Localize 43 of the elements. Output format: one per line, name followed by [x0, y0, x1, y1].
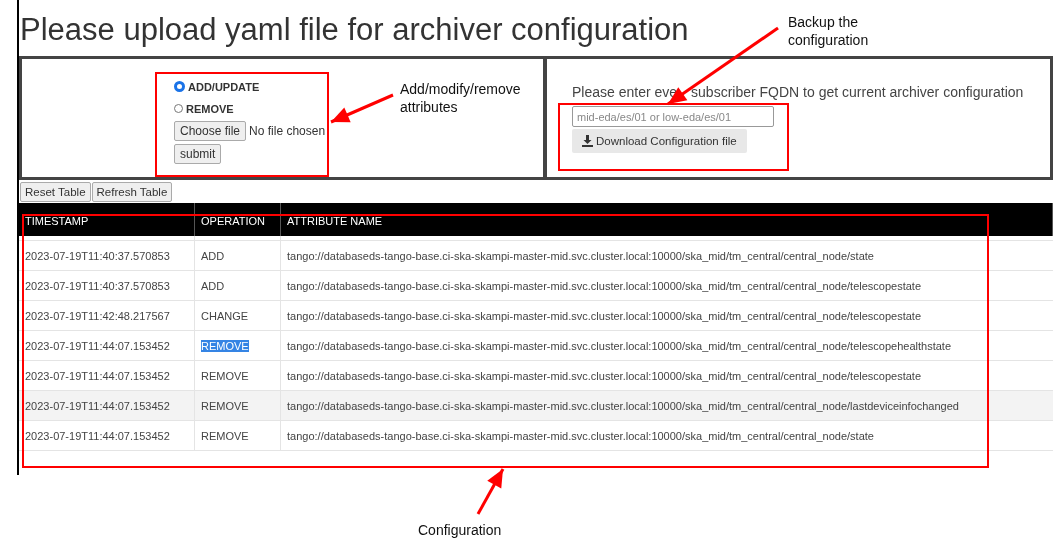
table-cell: tango://databaseds-tango-base.ci-ska-skampi-master-mid.svc.cluster.local:10000/ska_mid/tm_central/central_node/telescopestate [280, 270, 1053, 301]
arrow [476, 468, 505, 515]
annotation-label: Add/modify/remove attributes [400, 80, 522, 116]
table-cell: CHANGE [201, 309, 249, 322]
fqdn-input-field[interactable]: mid-eda/es/01 or low-eda/es/01 [572, 106, 774, 127]
arrow [330, 93, 394, 124]
table-cell: 2023-07-19T11:40:37.570853 [19, 240, 195, 271]
table-cell: tango://databaseds-tango-base.ci-ska-skampi-master-mid.svc.cluster.local:10000/ska_mid/tm_central/central_node/telescopestate [280, 300, 1053, 331]
table-cell: tango://databaseds-tango-base.ci-ska-skampi-master-mid.svc.cluster.local:10000/ska_mid/tm_central/central_node/telescopehealthstate [280, 330, 1053, 361]
table-cell: tango://databaseds-tango-base.ci-ska-skampi-master-mid.svc.cluster.local:10000/ska_mid/tm_central/central_node/state [280, 420, 1053, 451]
download-button[interactable]: Download Configuration file [572, 129, 747, 153]
table-button[interactable]: Refresh Table [91, 182, 173, 202]
radio-button[interactable] [174, 81, 185, 92]
table-button[interactable]: Reset Table [20, 182, 91, 202]
table-cell: 2023-07-19T11:44:07.153452 [19, 330, 195, 361]
column-header: ATTRIBUTE NAME [280, 203, 1053, 236]
column-header: TIMESTAMP [19, 203, 195, 236]
table-cell: 2023-07-19T11:42:48.217567 [19, 300, 195, 331]
table-cell: 2023-07-19T11:44:07.153452 [19, 420, 195, 451]
radio-label: ADD/UPDATE [188, 80, 260, 93]
radio-label: REMOVE [186, 102, 234, 115]
file-status: No file chosen [249, 124, 326, 138]
table-cell: tango://databaseds-tango-base.ci-ska-skampi-master-mid.svc.cluster.local:10000/ska_mid/tm_central/central_node/state [280, 240, 1053, 271]
table-cell: REMOVE [201, 429, 249, 442]
table-cell: tango://databaseds-tango-base.ci-ska-skampi-master-mid.svc.cluster.local:10000/ska_mid/tm_central/central_node/telescopestate [280, 360, 1053, 391]
column-header: OPERATION [194, 203, 281, 236]
table-cell: 2023-07-19T11:44:07.153452 [19, 360, 195, 391]
table-cell: 2023-07-19T11:40:37.570853 [19, 270, 195, 301]
table-cell: REMOVE [201, 339, 249, 352]
table-cell: tango://databaseds-tango-base.ci-ska-skampi-master-mid.svc.cluster.local:10000/ska_mid/tm_central/central_node/lastdeviceinfochanged [280, 390, 1053, 421]
table-cell: 2023-07-19T11:44:07.153452 [19, 390, 195, 421]
table-cell: REMOVE [201, 369, 249, 382]
download-icon [582, 135, 593, 147]
table-cell: ADD [201, 249, 225, 262]
table-cell: REMOVE [201, 399, 249, 412]
submit-button[interactable]: submit [174, 144, 222, 164]
choose-file-button[interactable]: Choose file [174, 121, 247, 141]
annotation-label: Configuration [418, 521, 503, 539]
page-title: Please upload yaml file for archiver configuration [20, 11, 689, 49]
prompt-text: subscriber FQDN to get current archiver configuration [691, 84, 1024, 100]
table-cell: ADD [201, 279, 225, 292]
prompt-text: Please enter eve [572, 84, 678, 100]
annotation-label: Backup the configuration [788, 13, 870, 49]
